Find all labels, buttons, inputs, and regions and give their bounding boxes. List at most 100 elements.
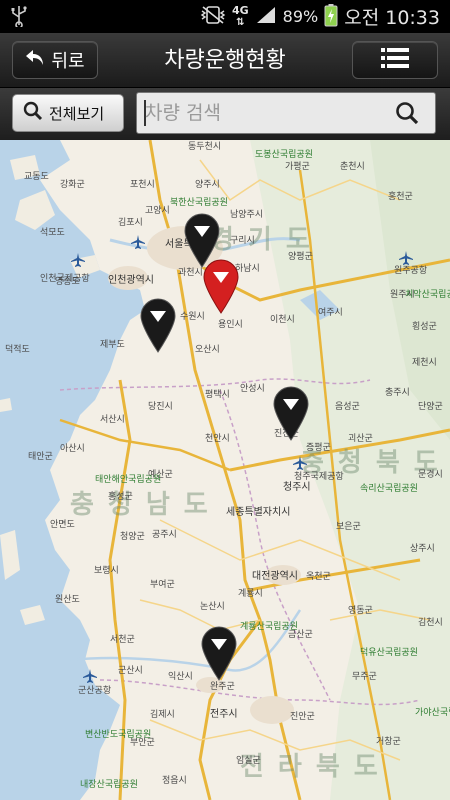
city-label: 논산시 xyxy=(200,602,225,612)
vehicle-marker[interactable] xyxy=(272,385,310,441)
park-label: 북한산국립공원 xyxy=(170,198,228,208)
search-bar: 전체보기 xyxy=(0,88,450,140)
park-label: 덕유산국립공원 xyxy=(360,648,418,658)
city-label: 과천시 xyxy=(178,268,203,278)
park-label: 치악산국립공원 xyxy=(405,290,450,300)
island-label: 원산도 xyxy=(55,595,80,605)
city-label: 계룡시 xyxy=(238,589,263,599)
city-label: 구리시 xyxy=(230,236,255,246)
city-label: 공주시 xyxy=(152,530,177,540)
city-label: 김포시 xyxy=(118,218,143,228)
park-label: 속리산국립공원 xyxy=(360,484,418,494)
city-label: 천안시 xyxy=(205,434,230,444)
city-label: 충주시 xyxy=(385,388,410,398)
park-label: 가야산국립공원 xyxy=(415,708,450,718)
clock: 오전 10:33 xyxy=(344,7,440,29)
city-label: 당진시 xyxy=(148,402,173,412)
network-type: 4G xyxy=(231,4,249,17)
status-bar: 4G ⇅ 89% 오전 10:33 xyxy=(0,0,450,33)
city-label: 전주시 xyxy=(210,709,238,720)
city-label: 음성군 xyxy=(335,402,360,412)
vehicle-map[interactable]: 경기도 충청남도 충청북도 전라북도 동두천시 강화군 포천시 양주시 가평군 … xyxy=(0,140,450,800)
show-all-label: 전체보기 xyxy=(49,104,105,123)
city-label: 세종특별자치시 xyxy=(226,507,291,518)
vehicle-marker[interactable] xyxy=(139,297,177,353)
park-label: 계룡산국립공원 xyxy=(240,622,298,632)
city-label: 청양군 xyxy=(120,532,145,542)
city-label: 임실군 xyxy=(236,756,261,766)
vehicle-marker-selected[interactable] xyxy=(202,258,240,314)
battery-charging-icon xyxy=(324,3,338,31)
vehicle-marker[interactable] xyxy=(200,625,238,681)
search-icon[interactable] xyxy=(395,101,419,129)
city-label: 서천군 xyxy=(110,635,135,645)
city-label: 보령시 xyxy=(94,566,119,576)
city-label: 상주시 xyxy=(410,544,435,554)
network-indicator: 4G ⇅ xyxy=(231,4,249,28)
city-label: 김천시 xyxy=(418,618,443,628)
island-label: 안면도 xyxy=(50,520,75,530)
city-label: 대전광역시 xyxy=(252,571,298,582)
city-label: 홍성군 xyxy=(108,492,133,502)
airplane-icon xyxy=(130,234,146,254)
city-label: 포천시 xyxy=(130,180,155,190)
park-label: 태안해안국립공원 xyxy=(95,475,162,485)
city-label: 증평군 xyxy=(306,443,331,453)
city-label: 인천광역시 xyxy=(108,275,154,286)
city-label: 춘천시 xyxy=(340,162,365,172)
usb-icon xyxy=(10,5,28,31)
airplane-icon xyxy=(70,252,86,272)
city-label: 이천시 xyxy=(270,315,295,325)
city-label: 홍천군 xyxy=(388,192,413,202)
city-label: 무주군 xyxy=(352,672,377,682)
park-label: 도봉산국립공원 xyxy=(255,150,313,160)
city-label: 남양주시 xyxy=(230,210,264,220)
map-pin-icon xyxy=(203,259,239,314)
map-pin-icon xyxy=(201,626,237,681)
province-label: 경기도 xyxy=(210,225,324,255)
list-menu-button[interactable] xyxy=(352,41,438,79)
signal-icon xyxy=(255,5,277,29)
city-label: 오산시 xyxy=(195,345,220,355)
airport-label: 원주공항 xyxy=(394,266,428,276)
city-label: 제천시 xyxy=(412,358,437,368)
airport-label: 군산공항 xyxy=(78,686,112,696)
city-label: 거창군 xyxy=(376,737,401,747)
airplane-icon xyxy=(82,668,98,688)
island-label: 제부도 xyxy=(100,340,125,350)
city-label: 김제시 xyxy=(150,710,175,720)
show-all-button[interactable]: 전체보기 xyxy=(12,94,124,132)
city-label: 아산시 xyxy=(60,444,85,454)
title-bar: 차량운행현황 뒤로 xyxy=(0,33,450,88)
city-label: 문경시 xyxy=(418,470,443,480)
back-button[interactable]: 뒤로 xyxy=(12,41,98,79)
city-label: 진안군 xyxy=(290,712,315,722)
city-label: 고양시 xyxy=(145,206,170,216)
city-label: 괴산군 xyxy=(348,434,373,444)
city-label: 청주시 xyxy=(283,482,311,493)
province-label: 충청남도 xyxy=(70,490,222,520)
island-label: 석모도 xyxy=(40,228,65,238)
city-label: 보은군 xyxy=(336,522,361,532)
city-label: 양주시 xyxy=(195,180,220,190)
map-pin-icon xyxy=(273,386,309,441)
city-label: 용인시 xyxy=(218,320,243,330)
back-label: 뒤로 xyxy=(51,51,85,72)
city-label: 군산시 xyxy=(118,666,143,676)
city-label: 단양군 xyxy=(418,402,443,412)
vehicle-search-box[interactable] xyxy=(136,92,436,134)
vehicle-search-input[interactable] xyxy=(145,93,385,133)
city-label: 완주군 xyxy=(210,682,235,692)
city-label: 동두천시 xyxy=(188,142,222,152)
back-arrow-icon xyxy=(25,49,45,72)
vibrate-icon xyxy=(200,5,226,29)
airport-label: 인천국제공항 xyxy=(40,274,90,284)
city-label: 옥천군 xyxy=(306,572,331,582)
park-label: 내장산국립공원 xyxy=(80,780,138,790)
city-label: 강화군 xyxy=(60,180,85,190)
city-label: 평택시 xyxy=(205,390,230,400)
list-icon xyxy=(381,47,409,73)
island-label: 덕적도 xyxy=(5,345,30,355)
city-label: 안성시 xyxy=(240,384,265,394)
city-label: 여주시 xyxy=(318,308,343,318)
